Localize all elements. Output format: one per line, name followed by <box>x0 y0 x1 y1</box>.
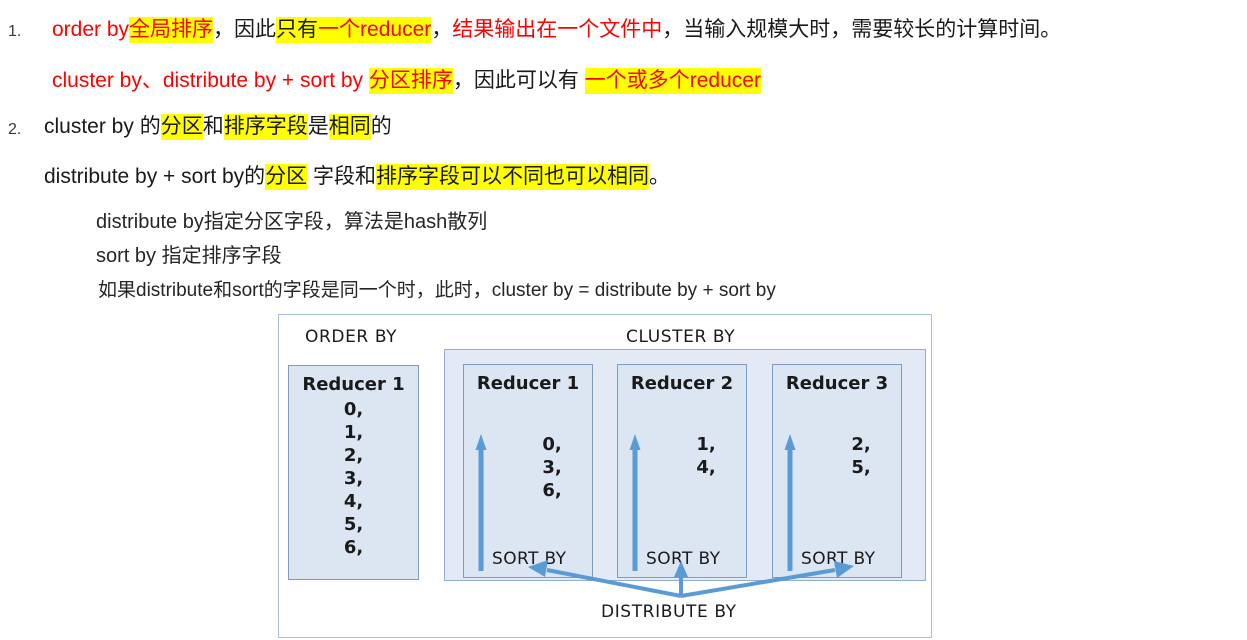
value-item: 2, <box>851 434 871 455</box>
sort-by-up-arrow-icon <box>475 434 487 571</box>
text-run: order by <box>52 18 130 41</box>
text-run: ，当输入规模大时，需要较长的计算时间。 <box>662 18 1062 41</box>
cluster-by-container: Reducer 1 0, 3, 6, SORT BY Reducer 2 1, 4, … <box>444 349 926 581</box>
value-item: 0, <box>343 399 364 420</box>
item2-detail-3: 如果distribute和sort的字段是同一个时，此时，cluster by … <box>98 280 776 301</box>
list-marker-2: 2. <box>8 121 22 138</box>
value-item: 4, <box>343 491 364 512</box>
text-run: 和 <box>202 115 224 138</box>
order-by-reducer-box: Reducer 1 0, 1, 2, 3, 4, 5, 6, <box>288 365 419 580</box>
sort-by-label-3: SORT BY <box>801 549 876 569</box>
value-item: 1, <box>343 422 364 443</box>
order-by-label: ORDER BY <box>305 327 398 347</box>
text-run: 结果输出在一个文件中 <box>452 18 663 41</box>
cluster-reducer-box-1: Reducer 1 0, 3, 6, SORT BY <box>463 364 593 578</box>
text-run: 一个或多个reducer <box>584 68 761 94</box>
text-run: 全局排序 <box>129 17 214 43</box>
text-run: 排序字段 <box>223 114 308 140</box>
sort-comparison-diagram: ORDER BY CLUSTER BY Reducer 1 0, 1, 2, 3, 4,… <box>278 314 932 638</box>
value-item: 3, <box>542 457 562 478</box>
cluster-by-label: CLUSTER BY <box>626 327 736 347</box>
cluster-reducer-values-2: 1, 4, <box>642 433 770 479</box>
value-item: 1, <box>696 434 716 455</box>
sort-by-up-arrow-icon <box>784 434 796 571</box>
text-run: cluster by、distribute by + sort by <box>52 69 369 92</box>
text-run: 分区排序 <box>368 68 453 94</box>
text-run: ， <box>431 18 453 41</box>
distribute-by-label: DISTRIBUTE BY <box>601 602 737 622</box>
text-run: 一个reducer <box>318 17 432 43</box>
sort-by-label-2: SORT BY <box>646 549 721 569</box>
sort-by-label-1: SORT BY <box>492 549 567 569</box>
text-run: 排序字段可以不同也可以相同 <box>376 164 650 190</box>
cluster-reducer-box-2: Reducer 2 1, 4, SORT BY <box>617 364 747 578</box>
item2-detail-2: sort by 指定排序字段 <box>96 245 282 267</box>
text-run: 。 <box>649 165 671 188</box>
text-run: 相同 <box>328 114 371 140</box>
value-item: 4, <box>696 457 716 478</box>
sort-by-up-arrow-icon <box>629 434 641 571</box>
cluster-reducer-values-1: 0, 3, 6, <box>488 433 616 502</box>
cluster-reducer-values-3: 2, 5, <box>797 433 925 479</box>
value-item: 0, <box>542 434 562 455</box>
value-item: 5, <box>851 457 871 478</box>
text-run: 字段和 <box>307 165 377 188</box>
text-run: 分区 <box>160 114 203 140</box>
value-item: 5, <box>343 514 364 535</box>
value-item: 6, <box>343 537 364 558</box>
text-run: ，因此 <box>213 18 277 41</box>
text-run: 是 <box>307 115 329 138</box>
text-run: ，因此可以有 <box>452 69 585 92</box>
text-run: distribute by + sort by的 <box>44 165 266 188</box>
item2-line1: cluster by 的分区和排序字段是相同的 <box>44 114 392 140</box>
cluster-reducer-title-3: Reducer 3 <box>785 373 889 394</box>
text-run: 的 <box>370 115 392 138</box>
cluster-reducer-title-1: Reducer 1 <box>476 373 580 394</box>
order-by-reducer-values: 0, 1, 2, 3, 4, 5, 6, <box>289 398 418 559</box>
item2-line2: distribute by + sort by的分区 字段和排序字段可以不同也可… <box>44 164 670 190</box>
list-marker-1: 1. <box>8 23 22 40</box>
text-run: 只有 <box>276 17 319 43</box>
order-by-reducer-title: Reducer 1 <box>302 374 405 395</box>
value-item: 6, <box>542 480 562 501</box>
item1-line1: order by全局排序，因此只有一个reducer，结果输出在一个文件中，当输… <box>52 17 1061 43</box>
value-item: 2, <box>343 445 364 466</box>
text-run: 分区 <box>265 164 308 190</box>
item1-line2: cluster by、distribute by + sort by 分区排序，… <box>52 68 761 94</box>
cluster-reducer-box-3: Reducer 3 2, 5, SORT BY <box>772 364 902 578</box>
text-run: cluster by 的 <box>44 115 161 138</box>
cluster-reducer-title-2: Reducer 2 <box>630 373 734 394</box>
value-item: 3, <box>343 468 364 489</box>
item2-detail-1: distribute by指定分区字段，算法是hash散列 <box>96 211 488 233</box>
